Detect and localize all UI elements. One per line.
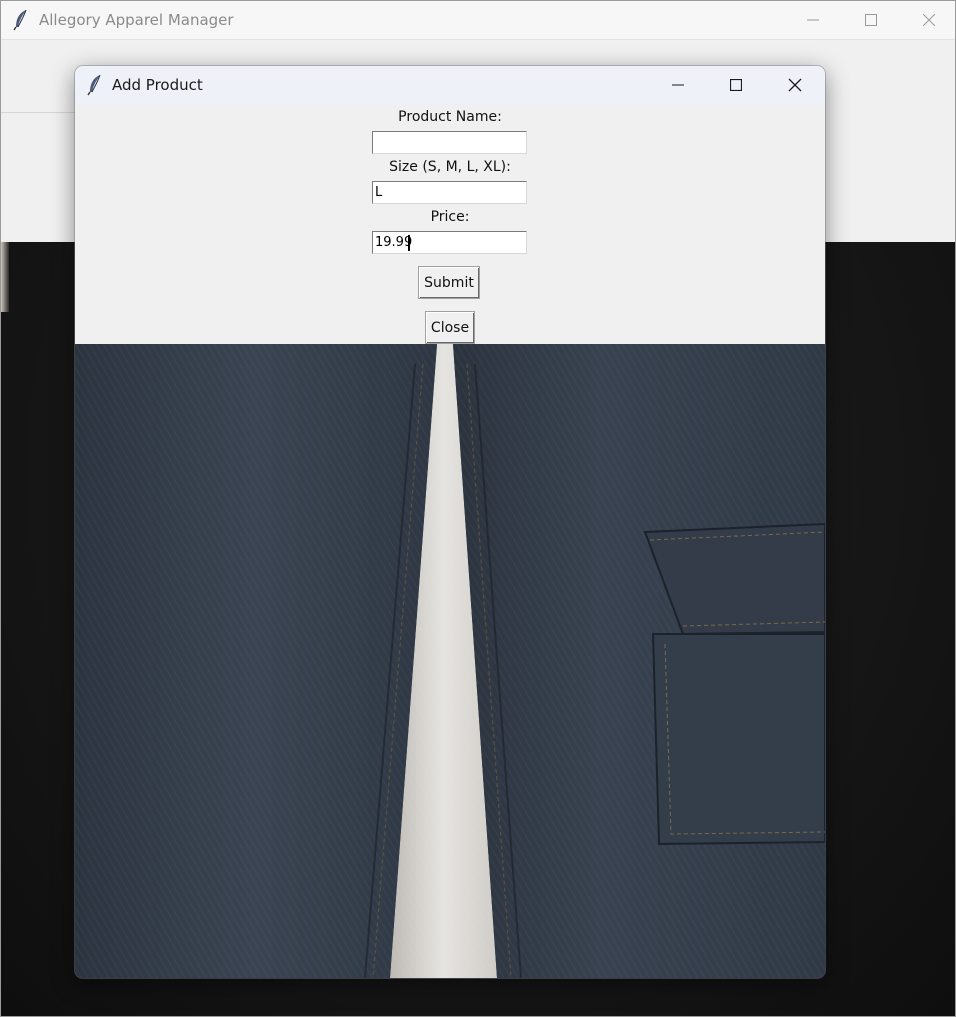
minimize-icon — [672, 84, 684, 86]
dialog-maximize-button[interactable] — [707, 66, 765, 104]
dialog-minimize-button[interactable] — [649, 66, 707, 104]
feather-icon — [85, 74, 105, 96]
close-window-button[interactable] — [900, 1, 956, 39]
close-icon — [788, 78, 802, 92]
add-product-dialog: Add Product Product Name: Size (S, M, L,… — [75, 66, 825, 978]
denim-jeans-photo — [75, 344, 825, 978]
size-input[interactable] — [372, 181, 527, 204]
feather-icon — [11, 9, 31, 31]
price-input[interactable] — [372, 231, 527, 254]
minimize-icon — [807, 19, 819, 21]
maximize-icon — [730, 79, 742, 91]
submit-button[interactable]: Submit — [418, 266, 480, 299]
main-window-title: Allegory Apparel Manager — [39, 11, 234, 29]
product-name-label: Product Name: — [398, 109, 502, 125]
price-label: Price: — [430, 209, 470, 225]
background-edge — [1, 242, 9, 312]
maximize-icon — [865, 14, 877, 26]
close-button[interactable]: Close — [425, 311, 475, 344]
dialog-close-window-button[interactable] — [766, 66, 824, 104]
main-titlebar[interactable]: Allegory Apparel Manager — [1, 1, 955, 40]
dialog-title: Add Product — [112, 76, 203, 94]
close-icon — [923, 14, 935, 26]
menu-separator — [1, 112, 75, 113]
product-name-input[interactable] — [372, 131, 527, 154]
dialog-titlebar[interactable]: Add Product — [75, 66, 825, 104]
text-cursor — [408, 235, 410, 251]
cargo-pocket — [643, 522, 825, 846]
minimize-button[interactable] — [784, 1, 842, 39]
maximize-button[interactable] — [842, 1, 900, 39]
size-label: Size (S, M, L, XL): — [389, 159, 511, 175]
product-form: Product Name: Size (S, M, L, XL): Price:… — [75, 104, 825, 344]
denim-jeans-illustration — [75, 344, 825, 978]
